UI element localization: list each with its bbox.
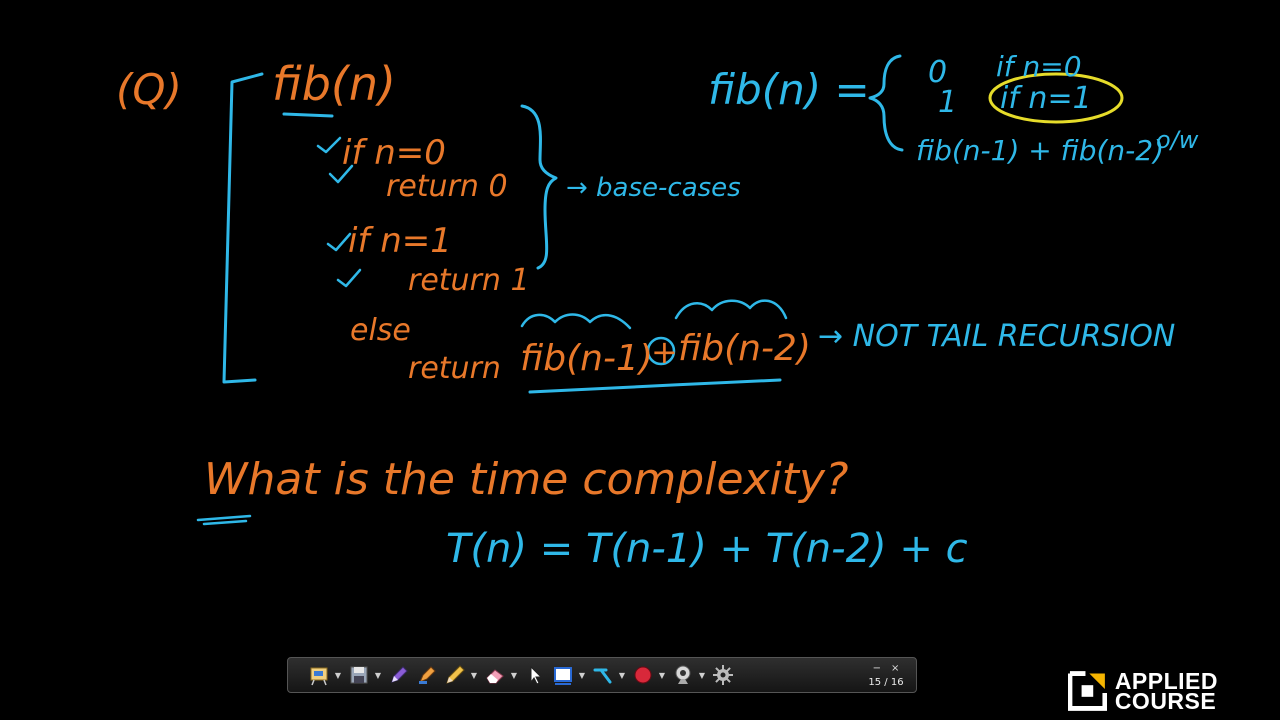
check-mark	[336, 268, 362, 288]
whiteboard-canvas[interactable]: (Q) fib(n) if n=0 return 0 if n=1 return…	[0, 0, 1280, 720]
chevron-down-icon[interactable]: ▼	[508, 662, 520, 688]
eraser-icon	[482, 662, 508, 688]
not-tail-recursion-note: → NOT TAIL RECURSION	[818, 319, 1175, 354]
code-line-if-n-1: if n=1	[348, 221, 452, 261]
check-mark	[316, 136, 342, 154]
pen-icon	[386, 662, 412, 688]
definition-case2-value: fib(n-1) + fib(n-2)	[916, 134, 1164, 167]
recurrence-relation: T(n) = T(n-1) + T(n-2) + c	[446, 526, 968, 572]
check-mark	[326, 232, 352, 252]
code-line-return-0: return 0	[386, 169, 508, 204]
floppy-icon	[346, 662, 372, 688]
save-tool[interactable]: ▼	[346, 660, 384, 690]
code-line-return-1: return 1	[408, 263, 530, 298]
chevron-down-icon[interactable]: ▼	[656, 662, 668, 688]
page-indicator: 15 / 16	[868, 676, 904, 688]
webcam-tool[interactable]: ▼	[670, 660, 708, 690]
code-call-fib-n-1: fib(n-1)	[520, 338, 653, 379]
return-expression-underline	[528, 378, 782, 394]
presentation-icon	[306, 662, 332, 688]
rectangle-icon	[550, 662, 576, 688]
highlighter-tool[interactable]	[414, 660, 440, 690]
definition-brace	[868, 54, 904, 152]
close-button[interactable]: ×	[891, 663, 899, 674]
gear-icon	[710, 662, 736, 688]
pointer-tool[interactable]	[522, 660, 548, 690]
shape-tool[interactable]: ▼	[550, 660, 588, 690]
line-tool[interactable]: ▼	[590, 660, 628, 690]
highlighter-icon	[414, 662, 440, 688]
settings-tool[interactable]	[710, 660, 736, 690]
definition-case0-condition: if n=0	[996, 50, 1082, 83]
definition-case1-value: 1	[938, 85, 957, 120]
code-call-fib-n-2: fib(n-2)	[678, 328, 811, 369]
webcam-icon	[670, 662, 696, 688]
line-icon	[590, 662, 616, 688]
definition-case2-condition: o/w	[1156, 126, 1199, 154]
chevron-down-icon[interactable]: ▼	[576, 662, 588, 688]
base-cases-note: → base-cases	[566, 173, 741, 203]
time-complexity-question: What is the time complexity?	[204, 454, 848, 505]
header-underline	[282, 112, 334, 118]
definition-lhs: fib(n) =	[708, 65, 870, 114]
definition-case1-condition: if n=1	[1000, 81, 1092, 116]
pencil-icon	[442, 662, 468, 688]
minimize-button[interactable]: −	[873, 663, 881, 674]
chevron-down-icon[interactable]: ▼	[696, 662, 708, 688]
code-header: fib(n)	[272, 57, 396, 111]
call-arc	[674, 299, 788, 320]
logo-mark-icon	[1068, 671, 1107, 711]
chevron-down-icon[interactable]: ▼	[468, 662, 480, 688]
chevron-down-icon[interactable]: ▼	[332, 662, 344, 688]
applied-course-logo: APPLIED COURSE	[1068, 668, 1218, 714]
cursor-icon	[522, 662, 548, 688]
base-cases-brace	[520, 104, 558, 270]
page-indicator-area: − × 15 / 16	[860, 660, 912, 690]
question-marker: (Q)	[116, 65, 182, 114]
record-tool[interactable]: ▼	[630, 660, 668, 690]
chevron-down-icon[interactable]: ▼	[372, 662, 384, 688]
annotation-toolbar: ▼ ▼ ▼ ▼ ▼ ▼ ▼ ▼ − × 15 / 16	[287, 657, 917, 693]
chevron-down-icon[interactable]: ▼	[616, 662, 628, 688]
record-icon	[630, 662, 656, 688]
code-line-return: return	[408, 351, 501, 386]
pen-tool[interactable]	[386, 660, 412, 690]
code-line-else: else	[350, 313, 411, 348]
call-arc	[520, 313, 632, 330]
brand-line-2: COURSE	[1114, 688, 1217, 714]
code-bracket	[222, 72, 264, 384]
question-underline	[196, 514, 252, 526]
code-line-if-n-0: if n=0	[342, 133, 446, 173]
presentation-tool[interactable]: ▼	[306, 660, 344, 690]
code-plus: +	[651, 333, 678, 371]
eraser-tool[interactable]: ▼	[482, 660, 520, 690]
pencil-tool[interactable]: ▼	[442, 660, 480, 690]
